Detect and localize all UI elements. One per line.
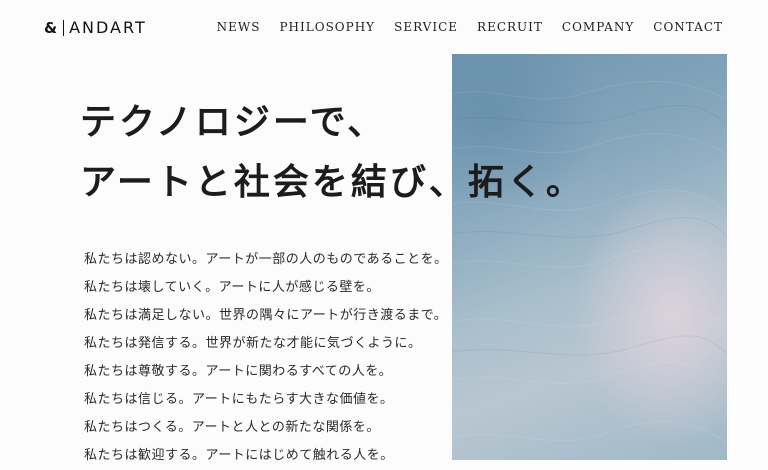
statement-line: 私たちはつくる。アートと人との新たな関係を。	[84, 420, 380, 435]
statement-line: 私たちは壊していく。アートに人が感じる壁を。	[84, 280, 380, 295]
logo-divider	[63, 19, 65, 36]
statement-line: 私たちは信じる。アートにもたらす大きな価値を。	[84, 392, 394, 407]
nav-contact[interactable]: CONTACT	[653, 18, 723, 36]
global-nav: NEWS PHILOSOPHY SERVICE RECRUIT COMPANY …	[198, 18, 723, 36]
logo-wordmark: ANDART	[69, 18, 147, 37]
nav-recruit[interactable]: RECRUIT	[477, 18, 543, 36]
statement-line: 私たちは認めない。アートが一部の人のものであることを。	[84, 252, 448, 267]
statement-line: 私たちは歓迎する。アートにはじめて触れる人を。	[84, 448, 394, 463]
nav-service[interactable]: SERVICE	[394, 18, 458, 36]
nav-company[interactable]: COMPANY	[562, 18, 634, 36]
statement-line: 私たちは尊敬する。アートに関わるすべての人を。	[84, 364, 393, 379]
site-header: & ANDART NEWS PHILOSOPHY SERVICE RECRUIT…	[0, 0, 768, 54]
andart-logo[interactable]: & ANDART	[44, 18, 147, 37]
headline-line-1: テクノロジーで、	[80, 101, 387, 143]
headline-line-2: アートと社会を結び、拓く。	[80, 161, 585, 203]
statement-line: 私たちは満足しない。世界の隅々にアートが行き渡るまで。	[84, 308, 448, 323]
statement-line: 私たちは発信する。世界が新たな才能に気づくように。	[84, 336, 422, 351]
philosophy-statements: 私たちは認めない。アートが一部の人のものであることを。 私たちは壊していく。アー…	[84, 246, 448, 470]
hero-headline: テクノロジーで、 アートと社会を結び、拓く。	[80, 92, 585, 212]
logo-symbol: &	[44, 18, 58, 37]
nav-news[interactable]: NEWS	[217, 18, 261, 36]
nav-philosophy[interactable]: PHILOSOPHY	[279, 18, 375, 36]
